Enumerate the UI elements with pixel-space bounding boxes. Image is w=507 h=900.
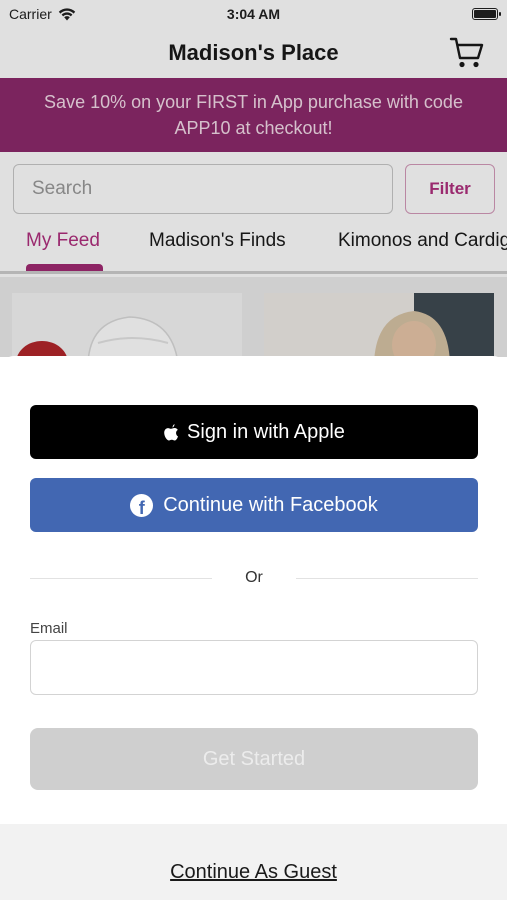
search-row: Filter [13, 164, 495, 214]
tab-my-feed[interactable]: My Feed [26, 230, 100, 252]
continue-as-guest-link[interactable]: Continue As Guest [170, 861, 337, 884]
status-left: Carrier [9, 6, 76, 22]
promo-banner: Save 10% on your FIRST in App purchase w… [0, 78, 507, 152]
apple-icon [164, 423, 179, 441]
email-field[interactable] [30, 640, 478, 695]
status-time: 3:04 AM [226, 6, 281, 22]
carrier-label: Carrier [9, 6, 52, 22]
product-card[interactable] [12, 293, 242, 363]
product-image [264, 293, 494, 363]
promo-line-2: APP10 at checkout! [174, 118, 333, 138]
shopping-cart-icon [449, 37, 484, 68]
divider-line-left [30, 577, 212, 579]
continue-with-facebook-button[interactable]: f Continue with Facebook [30, 478, 478, 532]
or-label: Or [245, 569, 263, 586]
tab-madisons-finds[interactable]: Madison's Finds [149, 230, 286, 252]
divider-line-right [296, 577, 478, 579]
status-bar: Carrier 3:04 AM [0, 0, 507, 28]
active-tab-indicator [26, 264, 103, 271]
guest-footer: Continue As Guest [0, 824, 507, 900]
cart-button[interactable] [449, 36, 485, 70]
apple-button-label: Sign in with Apple [187, 420, 345, 443]
facebook-button-label: Continue with Facebook [163, 493, 378, 516]
page-title: Madison's Place [168, 40, 339, 65]
facebook-icon: f [130, 493, 154, 517]
get-started-button[interactable]: Get Started [30, 728, 478, 790]
category-tabs: My Feed Madison's Finds Kimonos and Card… [0, 222, 507, 274]
or-divider: Or [30, 568, 478, 588]
search-input[interactable] [13, 164, 393, 214]
product-feed [0, 277, 507, 363]
product-image [12, 293, 242, 363]
battery-icon [472, 8, 501, 20]
email-label: Email [30, 620, 68, 637]
sign-in-sheet: Sign in with Apple f Continue with Faceb… [0, 356, 507, 900]
product-card[interactable] [264, 293, 494, 363]
wifi-icon [58, 7, 75, 20]
filter-button[interactable]: Filter [405, 164, 495, 214]
nav-bar: Madison's Place [0, 28, 507, 78]
sign-in-with-apple-button[interactable]: Sign in with Apple [30, 405, 478, 459]
tab-kimonos-and-cardigans[interactable]: Kimonos and Cardigans [338, 230, 507, 252]
promo-line-1: Save 10% on your FIRST in App purchase w… [44, 92, 463, 112]
